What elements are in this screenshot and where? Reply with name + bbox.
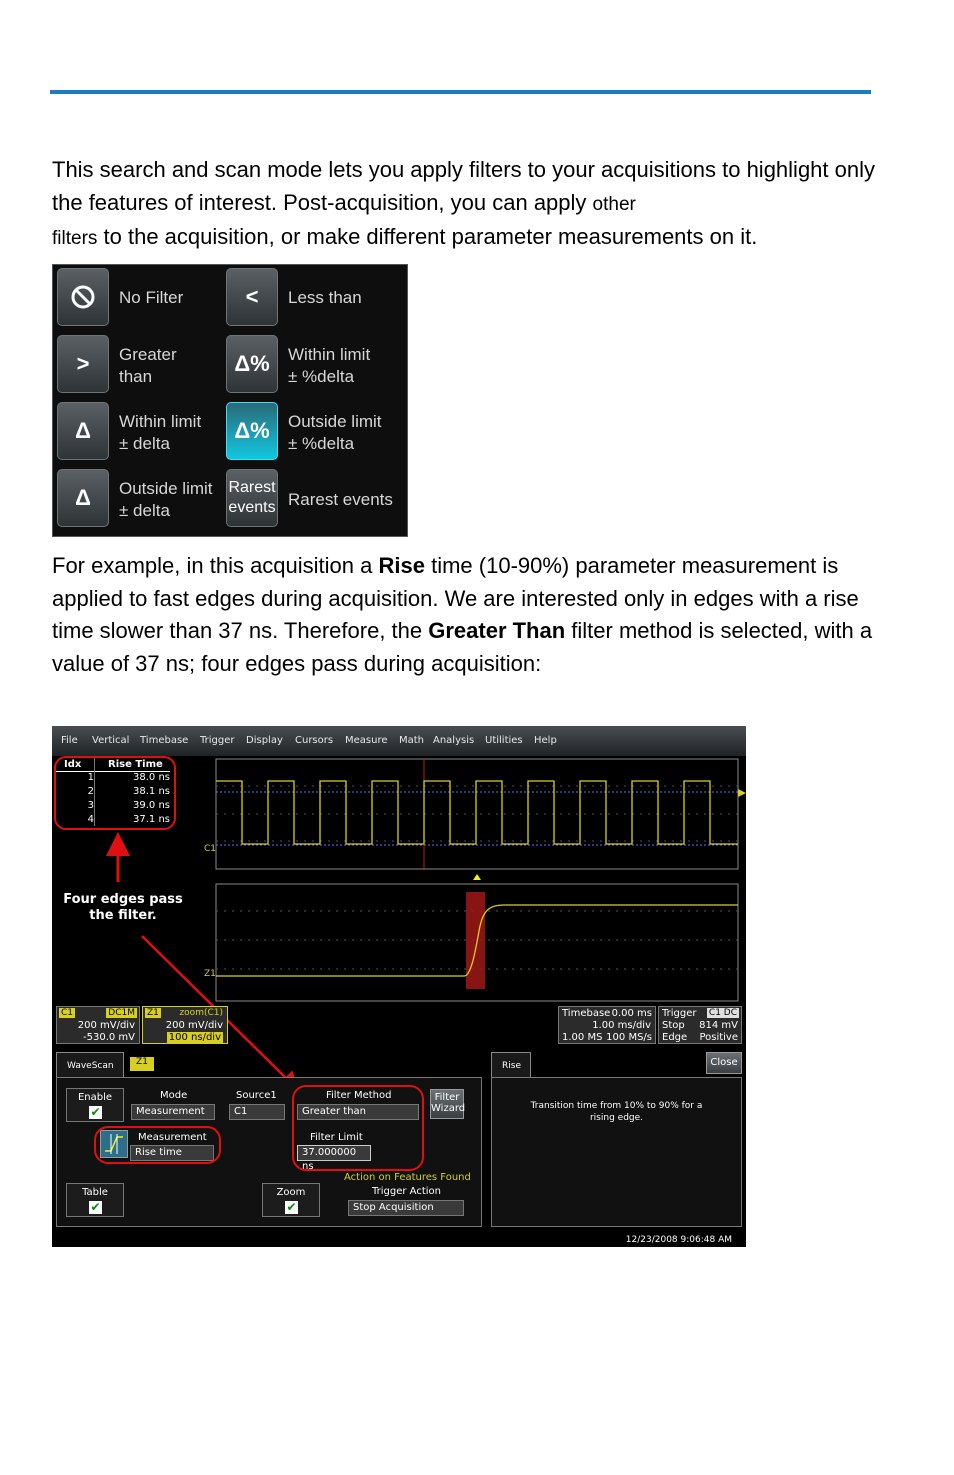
action-on-features-label: Action on Features Found — [344, 1172, 471, 1183]
trigger-type: Edge — [662, 1032, 688, 1043]
header-rule — [50, 90, 871, 94]
less-than-icon: < — [245, 284, 259, 309]
z1-title: zoom(C1) — [179, 1008, 223, 1018]
checkmark-icon: ✔ — [285, 1200, 298, 1214]
delta-icon: Δ — [75, 485, 91, 510]
greater-than-button[interactable]: > — [57, 335, 109, 393]
timebase-time-div: 1.00 ms/div — [592, 1020, 651, 1031]
outside-pct-label: Outside limit ± %delta — [288, 412, 382, 453]
rarest-events-button[interactable]: Rarest events — [226, 469, 278, 527]
zoom-label: Zoom — [276, 1187, 306, 1198]
filter-limit-field[interactable]: 37.000000 ns — [297, 1145, 371, 1172]
rise-description-line2: rising edge. — [589, 1113, 644, 1123]
less-than-label: Less than — [288, 288, 362, 307]
z1-info-box[interactable]: Z1 zoom(C1) 200 mV/div 100 ns/div — [142, 1006, 228, 1044]
trigger-info-box[interactable]: Trigger C1 DC Stop 814 mV Edge Positive — [658, 1006, 742, 1044]
enable-label: Enable — [77, 1092, 113, 1103]
greater-than-label: Greater than — [119, 345, 177, 386]
c1-volts-div: 200 mV/div — [77, 1020, 135, 1031]
within-delta-button[interactable]: Δ — [57, 402, 109, 460]
mode-field[interactable]: Measurement — [131, 1104, 215, 1120]
delta-icon: Δ — [75, 418, 91, 443]
outside-delta-button[interactable]: Δ — [57, 469, 109, 527]
table-label: Table — [82, 1187, 108, 1198]
outside-delta-label: Outside limit ± delta — [119, 479, 213, 520]
timebase-samples: 1.00 MS — [562, 1032, 603, 1043]
checkmark-icon: ✔ — [89, 1200, 102, 1214]
within-pct-button[interactable]: Δ% — [226, 335, 278, 393]
close-button[interactable]: Close — [706, 1052, 742, 1074]
tab-wavescan[interactable]: WaveScan — [56, 1052, 124, 1078]
z1-volts-div: 200 mV/div — [165, 1020, 223, 1031]
z1-trace-label: Z1 — [204, 969, 216, 979]
trigger-mode: Stop — [662, 1020, 685, 1031]
tab-rise[interactable]: Rise — [491, 1052, 531, 1078]
checkmark-icon: ✔ — [89, 1105, 102, 1119]
c1-offset: -530.0 mV — [83, 1032, 135, 1043]
rarest-events-label: Rarest events — [288, 490, 393, 509]
delta-percent-icon: Δ% — [234, 351, 270, 376]
within-pct-label: Within limit ± %delta — [288, 345, 371, 386]
less-than-button[interactable]: < — [226, 268, 278, 326]
rise-description-line1: Transition time from 10% to 90% for a — [530, 1101, 703, 1111]
no-filter-icon — [71, 285, 95, 309]
measurement-highlight-ring — [94, 1126, 221, 1164]
greater-than-icon: > — [76, 351, 90, 376]
rise-description-panel — [491, 1077, 742, 1227]
oscilloscope-screenshot: File Vertical Timebase Trigger Display C… — [52, 726, 746, 1247]
timestamp: 12/23/2008 9:06:48 AM — [625, 1235, 732, 1245]
c1-info-box[interactable]: C1 DC1M 200 mV/div -530.0 mV — [56, 1006, 140, 1044]
filter-button-grid: No Filter < Less than > Greater than Δ% W… — [52, 264, 408, 537]
table-checkbox[interactable]: Table ✔ — [66, 1183, 124, 1217]
within-delta-label: Within limit ± delta — [119, 412, 202, 453]
no-filter-button[interactable] — [57, 268, 109, 326]
zoom-checkbox[interactable]: Zoom ✔ — [262, 1183, 320, 1217]
timebase-rate: 100 MS/s — [606, 1032, 652, 1043]
no-filter-label: No Filter — [119, 288, 184, 307]
timebase-info-box[interactable]: Timebase 0.00 ms 1.00 ms/div 1.00 MS 100… — [558, 1006, 656, 1044]
outside-pct-button[interactable]: Δ% — [226, 402, 278, 460]
filter-wizard-button[interactable]: Filter Wizard — [430, 1089, 465, 1119]
c1-trace-label: C1 — [204, 844, 216, 854]
enable-checkbox[interactable]: Enable ✔ — [66, 1088, 124, 1122]
tab-z1[interactable]: Z1 — [130, 1057, 154, 1071]
filter-limit-label: Filter Limit — [310, 1132, 363, 1143]
example-paragraph: For example, in this acquisition a Rise … — [52, 553, 873, 676]
trigger-action-label: Trigger Action — [372, 1186, 441, 1197]
trigger-tag: C1 DC — [706, 1008, 739, 1018]
mode-label: Mode — [160, 1090, 188, 1101]
timebase-delay: 0.00 ms — [611, 1008, 652, 1019]
z1-tag: Z1 — [145, 1008, 161, 1018]
timebase-title: Timebase — [562, 1008, 611, 1019]
trigger-title: Trigger — [662, 1008, 697, 1019]
source-field[interactable]: C1 — [229, 1104, 285, 1120]
trigger-level: 814 mV — [699, 1020, 738, 1031]
delta-percent-icon: Δ% — [234, 418, 270, 443]
c1-tag: C1 — [59, 1008, 76, 1018]
trigger-slope: Positive — [699, 1032, 738, 1043]
z1-time-div: 100 ns/div — [166, 1032, 223, 1043]
intro-paragraph: This search and scan mode lets you apply… — [52, 157, 875, 249]
c1-coupling: DC1M — [106, 1008, 137, 1018]
trigger-action-field[interactable]: Stop Acquisition — [348, 1200, 464, 1216]
source-label: Source1 — [236, 1090, 277, 1101]
